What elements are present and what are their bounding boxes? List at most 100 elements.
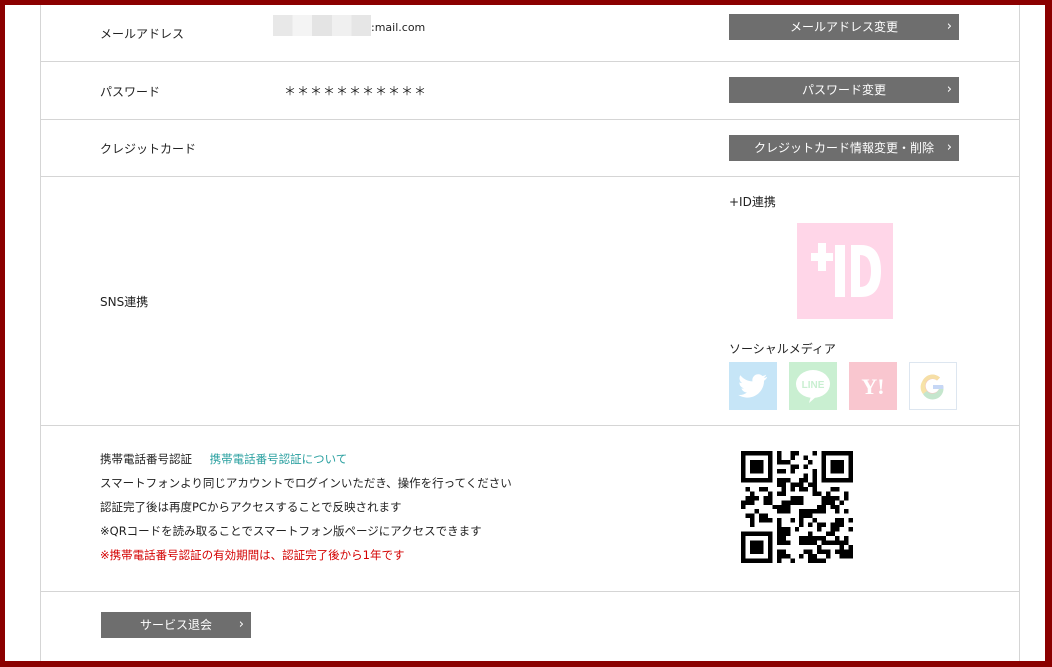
qr-module bbox=[785, 527, 791, 532]
qr-module bbox=[749, 545, 755, 550]
qr-module bbox=[844, 451, 849, 456]
qr-module bbox=[821, 495, 827, 501]
qr-module bbox=[835, 459, 840, 465]
qr-module bbox=[803, 513, 809, 519]
qr-module bbox=[830, 486, 836, 492]
qr-module bbox=[754, 540, 759, 546]
qr-module bbox=[830, 504, 836, 510]
qr-module bbox=[754, 495, 759, 501]
qr-module bbox=[835, 477, 840, 483]
yahoo-login-button[interactable]: Y! bbox=[849, 362, 897, 410]
qr-module bbox=[763, 500, 768, 505]
qr-module bbox=[758, 486, 764, 492]
chevron-right-icon: › bbox=[946, 140, 952, 155]
qr-module bbox=[776, 455, 782, 460]
qr-module bbox=[754, 531, 759, 537]
qr-module bbox=[799, 486, 804, 492]
qr-module bbox=[835, 495, 840, 501]
qr-module bbox=[839, 451, 845, 456]
qr-module bbox=[745, 531, 750, 537]
qr-module bbox=[754, 459, 759, 465]
twitter-login-button[interactable] bbox=[729, 362, 777, 410]
qr-module bbox=[749, 522, 755, 528]
qr-module bbox=[741, 540, 746, 546]
google-icon bbox=[920, 374, 944, 400]
qr-module bbox=[776, 491, 782, 496]
qr-module bbox=[839, 545, 845, 550]
qr-module bbox=[790, 558, 795, 563]
qr-module bbox=[830, 495, 836, 501]
qr-module bbox=[844, 549, 849, 555]
qr-module bbox=[839, 549, 845, 555]
qr-module bbox=[817, 522, 822, 528]
qr-module bbox=[758, 531, 764, 537]
qr-module bbox=[758, 540, 764, 546]
qr-module bbox=[821, 509, 827, 514]
qr-module bbox=[844, 495, 849, 501]
qr-module bbox=[799, 536, 804, 541]
qr-module bbox=[812, 491, 818, 496]
qr-module bbox=[826, 500, 831, 505]
qr-module bbox=[758, 545, 764, 550]
qr-module bbox=[767, 518, 773, 523]
phone-verification-info-link[interactable]: 携帯電話番号認証について bbox=[210, 452, 348, 466]
qr-module bbox=[749, 549, 755, 555]
change-credit-card-button[interactable]: クレジットカード情報変更・削除 › bbox=[729, 135, 959, 161]
qr-module bbox=[848, 477, 853, 483]
qr-module bbox=[826, 531, 831, 537]
qr-module bbox=[758, 464, 764, 469]
qr-module bbox=[776, 554, 782, 559]
change-password-button-label: パスワード変更 bbox=[801, 83, 886, 97]
qr-module bbox=[763, 486, 768, 492]
qr-module bbox=[776, 459, 782, 465]
qr-code-image bbox=[741, 451, 853, 563]
qr-module bbox=[781, 531, 786, 537]
qr-module bbox=[812, 468, 818, 474]
change-email-button-label: メールアドレス変更 bbox=[789, 20, 898, 34]
qr-module bbox=[749, 513, 755, 519]
qr-module bbox=[835, 504, 840, 510]
qr-module bbox=[821, 473, 827, 478]
qr-module bbox=[799, 477, 804, 483]
google-login-button[interactable] bbox=[909, 362, 957, 410]
change-email-button[interactable]: メールアドレス変更 › bbox=[729, 14, 959, 40]
qr-module bbox=[808, 531, 813, 537]
qr-module bbox=[803, 473, 809, 478]
qr-module bbox=[781, 477, 786, 483]
qr-module bbox=[821, 459, 827, 465]
tid-title: +ID連携 bbox=[729, 195, 776, 209]
qr-module bbox=[794, 464, 800, 469]
qr-module bbox=[767, 549, 773, 555]
qr-module bbox=[781, 549, 786, 555]
qr-module bbox=[799, 554, 804, 559]
qr-module bbox=[835, 536, 840, 541]
change-password-button[interactable]: パスワード変更 › bbox=[729, 77, 959, 103]
qr-module bbox=[776, 482, 782, 487]
qr-module bbox=[781, 491, 786, 496]
email-domain-text: mail.com bbox=[374, 21, 426, 34]
svg-text:LINE: LINE bbox=[802, 380, 825, 391]
withdraw-service-button-label: サービス退会 bbox=[139, 618, 212, 632]
phone-instruction-line-2: 認証完了後は再度PCからアクセスすることで反映されます bbox=[100, 500, 402, 514]
line-login-button[interactable]: LINE bbox=[789, 362, 837, 410]
qr-module bbox=[781, 500, 786, 505]
phone-instruction-line-3: ※QRコードを読み取ることでスマートフォン版ページにアクセスできます bbox=[100, 524, 482, 538]
qr-module bbox=[830, 531, 836, 537]
qr-module bbox=[741, 451, 746, 456]
qr-module bbox=[826, 549, 831, 555]
qr-module bbox=[758, 468, 764, 474]
qr-module bbox=[741, 536, 746, 541]
qr-module bbox=[781, 540, 786, 546]
tid-link-button[interactable] bbox=[797, 223, 893, 319]
qr-module bbox=[794, 500, 800, 505]
qr-module bbox=[767, 491, 773, 496]
qr-module bbox=[812, 554, 818, 559]
svg-text:Y!: Y! bbox=[861, 374, 884, 399]
qr-module bbox=[749, 464, 755, 469]
qr-module bbox=[785, 540, 791, 546]
withdraw-service-button[interactable]: サービス退会 › bbox=[101, 612, 251, 638]
qr-module bbox=[776, 531, 782, 537]
qr-module bbox=[826, 554, 831, 559]
qr-module bbox=[776, 527, 782, 532]
qr-module bbox=[844, 540, 849, 546]
